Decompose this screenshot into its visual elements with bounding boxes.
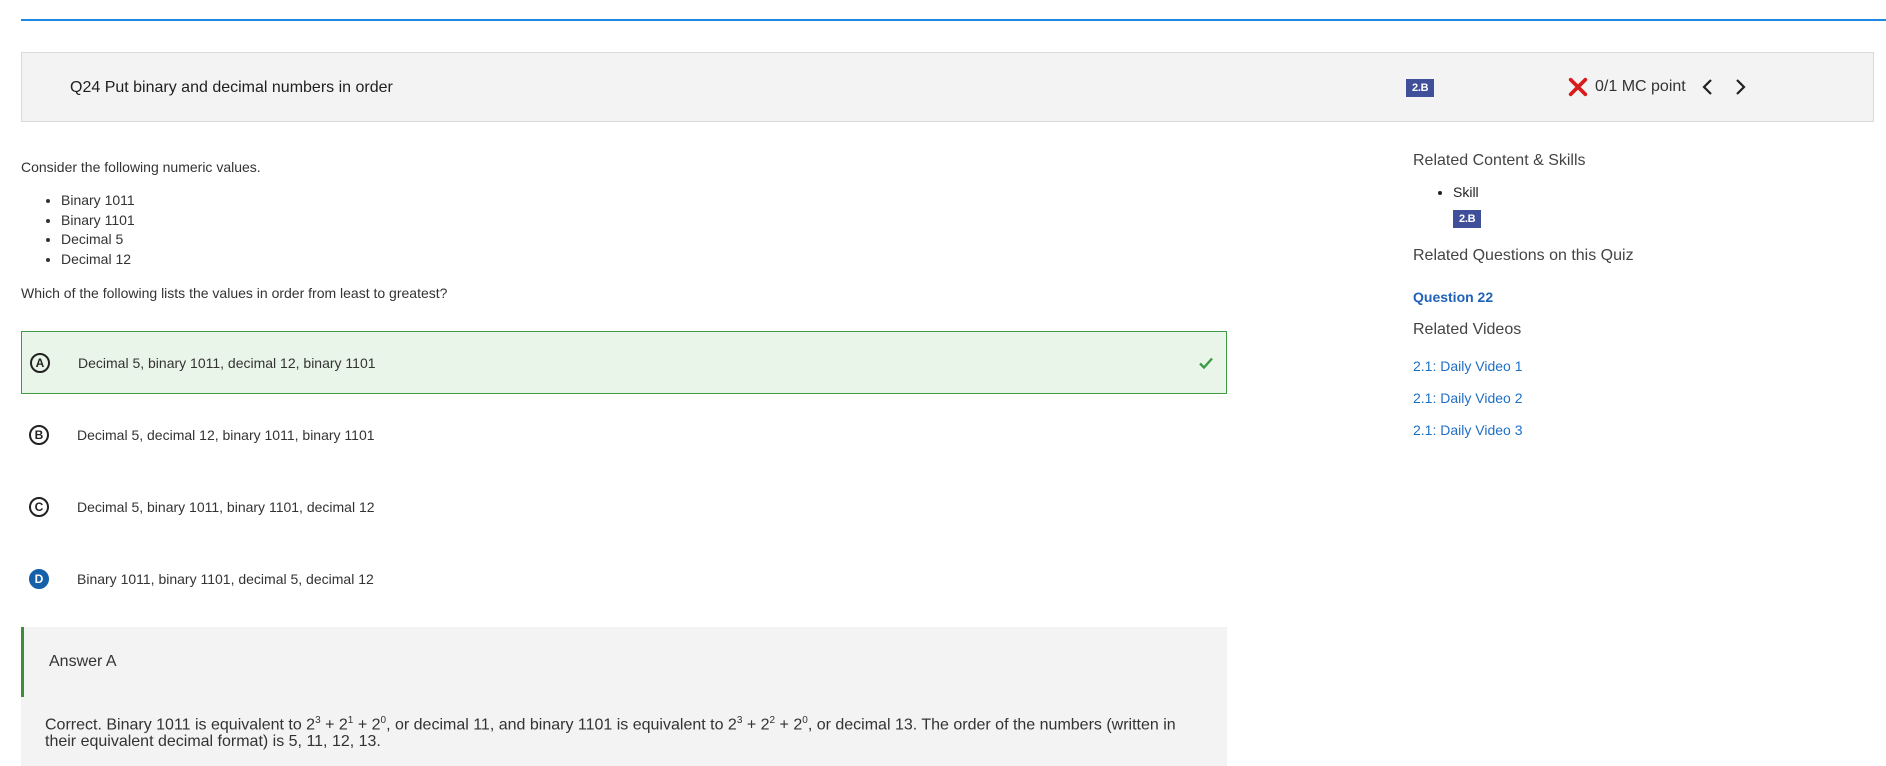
value-item: Decimal 5 (61, 230, 135, 250)
choice-d[interactable]: D Binary 1011, binary 1101, decimal 5, d… (21, 547, 1227, 610)
skill-label: Skill (1453, 184, 1479, 200)
next-question-chevron-right-icon[interactable] (1730, 77, 1750, 97)
video-link[interactable]: 2.1: Daily Video 2 (1413, 390, 1522, 406)
values-list: Binary 1011 Binary 1101 Decimal 5 Decima… (41, 191, 135, 269)
sidebar-skill-badge[interactable]: 2.B (1453, 210, 1482, 228)
related-questions-heading: Related Questions on this Quiz (1413, 247, 1634, 264)
answer-explanation-panel: Answer A Correct. Binary 1011 is equival… (21, 627, 1227, 766)
choice-letter-selected: D (29, 568, 49, 589)
choice-c[interactable]: C Decimal 5, binary 1011, binary 1101, d… (21, 475, 1227, 538)
value-item: Decimal 12 (61, 250, 135, 270)
question-ask: Which of the following lists the values … (21, 285, 448, 301)
skill-badge[interactable]: 2.B (1406, 79, 1435, 97)
related-question-link[interactable]: Question 22 (1413, 289, 1493, 305)
previous-question-chevron-left-icon[interactable] (1698, 77, 1718, 97)
score-text: 0/1 MC point (1595, 78, 1686, 95)
choice-b[interactable]: B Decimal 5, decimal 12, binary 1011, bi… (21, 403, 1227, 466)
choice-letter: B (29, 424, 49, 445)
choice-text: Decimal 5, binary 1011, binary 1101, dec… (77, 498, 375, 515)
top-divider (21, 19, 1886, 21)
choice-letter: A (30, 352, 50, 373)
question-header: Q24 Put binary and decimal numbers in or… (21, 52, 1874, 122)
choice-text: Binary 1011, binary 1101, decimal 5, dec… (77, 570, 374, 587)
choice-text: Decimal 5, decimal 12, binary 1011, bina… (77, 426, 375, 443)
answer-explanation: Correct. Binary 1011 is equivalent to 23… (45, 715, 1176, 751)
related-videos-heading: Related Videos (1413, 321, 1522, 338)
choice-letter: C (29, 496, 49, 517)
related-content-heading: Related Content & Skills (1413, 152, 1586, 169)
correct-check-icon (1199, 357, 1213, 369)
question-title: Q24 Put binary and decimal numbers in or… (70, 79, 393, 96)
value-item: Binary 1011 (61, 191, 135, 211)
choice-a[interactable]: A Decimal 5, binary 1011, decimal 12, bi… (21, 331, 1227, 394)
choice-text: Decimal 5, binary 1011, decimal 12, bina… (78, 354, 376, 371)
answer-accent-bar (21, 627, 24, 697)
answer-title: Answer A (49, 653, 117, 670)
incorrect-x-icon (1568, 77, 1588, 97)
score-area: 0/1 MC point (1567, 76, 1750, 98)
video-link[interactable]: 2.1: Daily Video 1 (1413, 358, 1522, 374)
skill-list: Skill (1413, 184, 1479, 200)
value-item: Binary 1101 (61, 211, 135, 231)
question-prompt: Consider the following numeric values. (21, 159, 261, 175)
video-link[interactable]: 2.1: Daily Video 3 (1413, 422, 1522, 438)
